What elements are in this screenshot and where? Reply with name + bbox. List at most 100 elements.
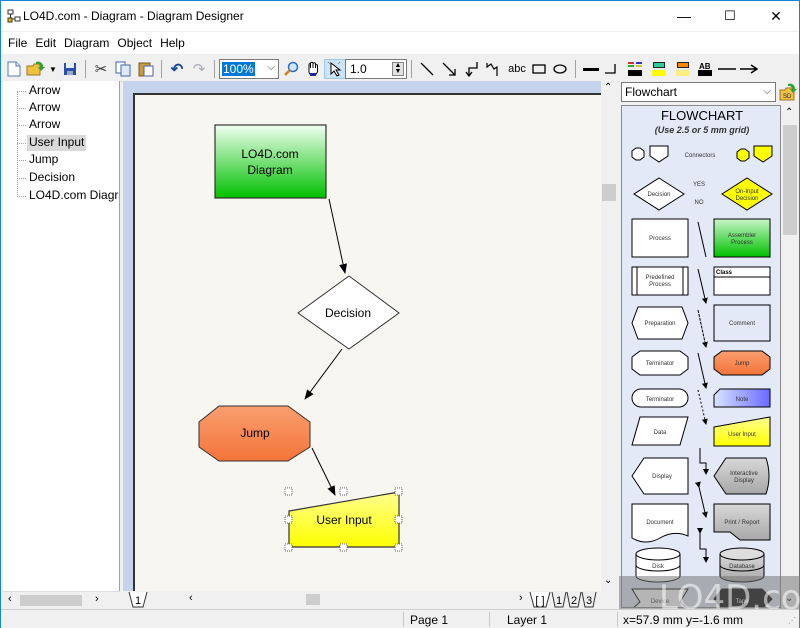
open-dropdown[interactable]: ▼ bbox=[49, 59, 57, 79]
arrow-style-button[interactable] bbox=[739, 59, 759, 79]
layer-tab-3[interactable]: 3 bbox=[581, 591, 597, 608]
tree-item[interactable]: LO4D.com Diagram bbox=[27, 188, 119, 204]
cut-button[interactable]: ✂ bbox=[91, 59, 111, 79]
palette-dashed-arrow[interactable] bbox=[697, 309, 708, 348]
scroll-down-arrow[interactable]: ⌄ bbox=[604, 575, 612, 586]
redo-button[interactable]: ↷ bbox=[189, 59, 209, 79]
undo-button[interactable]: ↶ bbox=[167, 59, 187, 79]
pan-button[interactable] bbox=[303, 59, 323, 79]
palette-predefined-process[interactable]: Predefined Process bbox=[631, 266, 689, 296]
shape-jump[interactable]: Jump bbox=[198, 405, 311, 462]
connector-arrow[interactable] bbox=[328, 198, 348, 274]
menu-object[interactable]: Object bbox=[113, 36, 156, 50]
menu-file[interactable]: File bbox=[4, 36, 31, 50]
palette-arrow[interactable] bbox=[697, 352, 708, 389]
text-tool-button[interactable]: abc bbox=[505, 59, 529, 79]
palette-assembler-process[interactable]: Assembler Process bbox=[713, 218, 771, 258]
page-tab-1[interactable]: 1 bbox=[127, 591, 149, 608]
tree-item[interactable]: Jump bbox=[27, 152, 60, 168]
tree-item[interactable]: Arrow bbox=[27, 100, 62, 116]
palette-double-arrow[interactable] bbox=[694, 481, 708, 518]
tree-item[interactable]: Arrow bbox=[27, 83, 62, 99]
curve-line-tool-button[interactable] bbox=[483, 59, 503, 79]
text-color-button[interactable]: AB bbox=[695, 59, 715, 79]
palette-display[interactable]: Display bbox=[631, 457, 689, 495]
elbow-line-tool-button[interactable] bbox=[461, 59, 481, 79]
palette-elbow-arrow[interactable] bbox=[699, 448, 709, 475]
ellipse-tool-button[interactable] bbox=[551, 59, 569, 79]
scroll-up-arrow[interactable]: ⌃ bbox=[604, 82, 612, 93]
line-tool-button[interactable] bbox=[417, 59, 437, 79]
palette-note[interactable]: Note bbox=[713, 388, 771, 408]
palette-interactive-display[interactable]: Interactive Display bbox=[713, 457, 770, 495]
palette-line[interactable] bbox=[697, 221, 707, 258]
palette-preparation[interactable]: Preparation bbox=[631, 306, 689, 340]
fill-color-button[interactable] bbox=[649, 59, 669, 79]
object-tree[interactable]: Arrow Arrow Arrow User Input Jump Decisi… bbox=[3, 81, 120, 591]
arrow-line-tool-button[interactable] bbox=[439, 59, 459, 79]
save-button[interactable] bbox=[61, 59, 79, 79]
scroll-left-arrow[interactable]: ‹ bbox=[8, 593, 12, 605]
line-thickness-button[interactable] bbox=[581, 59, 601, 79]
library-select[interactable]: Flowchart ⌵ bbox=[621, 82, 776, 102]
spinner-arrows[interactable]: ▲ ▼ bbox=[392, 62, 404, 76]
connector-arrow[interactable] bbox=[304, 348, 343, 400]
copy-button[interactable] bbox=[113, 59, 133, 79]
layer-tab-1[interactable]: 1 bbox=[551, 591, 567, 608]
palette-terminator[interactable]: Terminator bbox=[631, 350, 689, 376]
plain-line-button[interactable] bbox=[717, 59, 737, 79]
scroll-thumb[interactable] bbox=[306, 594, 320, 605]
line-end-button[interactable] bbox=[603, 59, 619, 79]
palette-jump[interactable]: Jump bbox=[713, 350, 771, 376]
scroll-left-arrow[interactable]: ‹ bbox=[189, 592, 193, 604]
menu-help[interactable]: Help bbox=[156, 36, 189, 50]
canvas-horizontal-scrollbar[interactable]: 1 ‹ › [ ] 1 2 3 bbox=[123, 591, 617, 608]
palette-data[interactable]: Data bbox=[631, 416, 689, 446]
tree-item[interactable]: Arrow bbox=[27, 117, 62, 133]
palette-class[interactable]: Class bbox=[713, 266, 771, 296]
palette-print-report[interactable]: Print / Report bbox=[713, 503, 771, 541]
color-scheme-button[interactable] bbox=[625, 59, 645, 79]
menu-diagram[interactable]: Diagram bbox=[60, 36, 113, 50]
scroll-right-arrow[interactable]: › bbox=[95, 593, 99, 605]
scroll-thumb[interactable] bbox=[783, 125, 797, 235]
canvas-vertical-scrollbar[interactable]: ⌃ ⌄ bbox=[601, 81, 617, 591]
shapes-palette[interactable]: FLOWCHART (Use 2.5 or 5 mm grid) Connect… bbox=[621, 105, 781, 608]
shape-start-process[interactable]: LO4D.com Diagram bbox=[214, 124, 327, 199]
palette-scrollbar[interactable]: ⌃ ⌄ bbox=[782, 105, 798, 608]
layer-tab-2[interactable]: 2 bbox=[566, 591, 582, 608]
palette-connectors[interactable]: Connectors bbox=[631, 145, 773, 163]
menu-edit[interactable]: Edit bbox=[31, 36, 60, 50]
fill-color2-button[interactable] bbox=[673, 59, 693, 79]
layer-tab-all[interactable]: [ ] bbox=[529, 591, 551, 608]
tree-item[interactable]: Decision bbox=[27, 170, 77, 186]
diagram-page[interactable]: LO4D.com Diagram Decision Jump User Inpu… bbox=[133, 93, 601, 591]
scroll-right-arrow[interactable]: › bbox=[519, 592, 523, 604]
new-button[interactable] bbox=[5, 59, 23, 79]
palette-user-input[interactable]: User Input bbox=[713, 416, 771, 447]
palette-dotted-arrow[interactable] bbox=[697, 389, 708, 425]
shape-user-input[interactable]: User Input bbox=[288, 491, 400, 548]
palette-process[interactable]: Process bbox=[631, 218, 689, 258]
resize-grip-icon[interactable]: ⋰ bbox=[788, 616, 796, 625]
palette-document[interactable]: Document bbox=[631, 503, 689, 543]
open-button[interactable] bbox=[25, 59, 47, 79]
palette-comment[interactable]: Comment bbox=[713, 304, 771, 342]
palette-decision[interactable]: Decision bbox=[633, 177, 685, 211]
zoom-level-combo[interactable]: 100% ⌵ bbox=[219, 59, 279, 79]
tree-horizontal-scrollbar[interactable]: ‹ › bbox=[3, 591, 120, 608]
minimize-button[interactable]: — bbox=[661, 1, 707, 31]
palette-elbow-double-arrow[interactable] bbox=[697, 528, 709, 563]
palette-terminator-rounded[interactable]: Terminator bbox=[631, 388, 689, 408]
shape-decision[interactable]: Decision bbox=[297, 275, 400, 350]
select-tool-button[interactable] bbox=[324, 59, 346, 79]
paste-button[interactable] bbox=[136, 59, 156, 79]
scroll-thumb[interactable] bbox=[602, 184, 616, 201]
close-button[interactable]: ✕ bbox=[753, 1, 799, 31]
palette-arrow[interactable] bbox=[697, 268, 708, 304]
palette-on-input-decision[interactable]: On-Input Decision bbox=[721, 177, 773, 211]
line-width-spinner[interactable]: 1.0 ▲ ▼ bbox=[345, 59, 407, 79]
connector-arrow[interactable] bbox=[311, 447, 336, 496]
zoom-button[interactable] bbox=[281, 59, 301, 79]
load-library-button[interactable]: SD bbox=[779, 82, 797, 102]
